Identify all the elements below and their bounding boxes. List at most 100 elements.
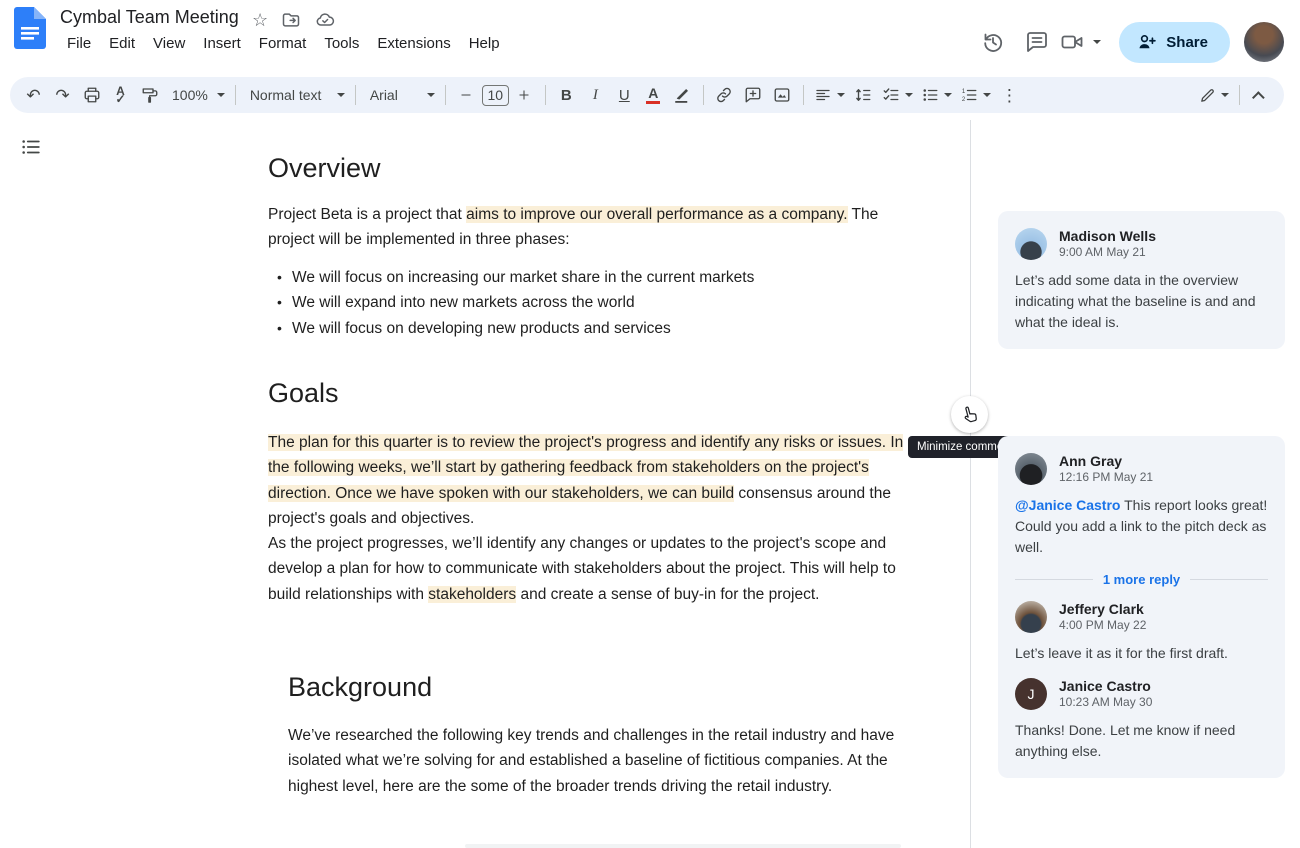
- line-spacing-button[interactable]: [850, 81, 877, 109]
- paragraph-styles-select[interactable]: Normal text: [243, 81, 348, 109]
- paint-format-button[interactable]: [136, 81, 163, 109]
- comment-body: @Janice Castro This report looks great! …: [1015, 495, 1268, 558]
- avatar-madison-wells: [1015, 228, 1047, 260]
- docs-logo-icon[interactable]: [14, 7, 46, 49]
- menu-item-file[interactable]: File: [58, 33, 100, 54]
- numbered-list-icon: 1 2: [960, 86, 978, 104]
- account-avatar[interactable]: [1244, 22, 1284, 62]
- increase-font-size-button[interactable]: [511, 81, 538, 109]
- bulleted-list-button[interactable]: [918, 81, 955, 109]
- paint-roller-icon: [141, 86, 159, 104]
- menu-item-format[interactable]: Format: [250, 33, 316, 54]
- comment-author: Madison Wells: [1059, 228, 1156, 245]
- align-button[interactable]: [811, 81, 848, 109]
- comment-author: Ann Gray: [1059, 453, 1153, 470]
- underline-button[interactable]: U: [611, 81, 638, 109]
- print-button[interactable]: [78, 81, 105, 109]
- goals-paragraph-2: As the project progresses, we’ll identif…: [268, 531, 916, 607]
- comments-rail-divider: [970, 120, 971, 848]
- zoom-select[interactable]: 100%: [165, 81, 228, 109]
- highlight-color-button[interactable]: [669, 81, 696, 109]
- align-left-icon: [814, 86, 832, 104]
- join-call-button[interactable]: [1059, 30, 1101, 54]
- heading-goals: Goals: [268, 378, 339, 409]
- next-element-edge: [465, 844, 901, 848]
- heading-background: Background: [288, 672, 432, 703]
- comment-add-icon: [744, 86, 762, 104]
- video-camera-icon: [1059, 30, 1085, 54]
- insert-image-button[interactable]: [769, 81, 796, 109]
- menu-item-insert[interactable]: Insert: [194, 33, 250, 54]
- chevron-down-icon: [427, 93, 435, 97]
- expand-replies-button[interactable]: 1 more reply: [1015, 572, 1268, 587]
- comment-bubble-icon: [1025, 30, 1049, 54]
- svg-text:1: 1: [962, 89, 966, 95]
- checklist-icon: [882, 86, 900, 104]
- version-history-button[interactable]: [971, 22, 1015, 62]
- chevron-down-icon[interactable]: [1093, 40, 1101, 44]
- comment-body: Let’s leave it as it for the first draft…: [1015, 643, 1268, 664]
- chevron-down-icon: [837, 93, 845, 97]
- history-clock-icon: [981, 30, 1005, 54]
- comment-author: Jeffery Clark: [1059, 601, 1146, 618]
- spellcheck-button[interactable]: A✓: [107, 81, 134, 109]
- menu-item-extensions[interactable]: Extensions: [368, 33, 459, 54]
- minimize-comments-button[interactable]: [951, 396, 988, 433]
- formatting-toolbar: ↶ ↷ A✓ 100% Normal text Arial: [10, 77, 1284, 113]
- menu-item-tools[interactable]: Tools: [315, 33, 368, 54]
- star-icon[interactable]: ☆: [252, 9, 268, 31]
- italic-button[interactable]: I: [582, 81, 609, 109]
- insert-link-button[interactable]: [711, 81, 738, 109]
- bullet-item-we: We will focus on developing new products…: [268, 316, 916, 341]
- minus-icon: [459, 88, 473, 102]
- chevron-down-icon: [944, 93, 952, 97]
- decrease-font-size-button[interactable]: [453, 81, 480, 109]
- show-outline-button[interactable]: [12, 128, 50, 166]
- checklist-button[interactable]: [879, 81, 916, 109]
- font-value: Arial: [366, 87, 422, 103]
- bullet-item-we: We will expand into new markets across t…: [268, 290, 916, 315]
- menu-item-edit[interactable]: Edit: [100, 33, 144, 54]
- text-color-button[interactable]: A: [640, 81, 667, 109]
- plus-icon: [517, 88, 531, 102]
- chevron-down-icon: [337, 93, 345, 97]
- numbered-list-button[interactable]: 1 2: [957, 81, 994, 109]
- goals-paragraph-1: The plan for this quarter is to review t…: [268, 430, 916, 531]
- mention-link[interactable]: @Janice Castro: [1015, 497, 1120, 513]
- share-button[interactable]: Share: [1119, 22, 1230, 63]
- heading-overview: Overview: [268, 153, 381, 184]
- open-comments-button[interactable]: [1015, 22, 1059, 62]
- undo-button[interactable]: ↶: [20, 81, 47, 109]
- cloud-saved-icon[interactable]: [314, 10, 336, 30]
- avatar-ann-gray: [1015, 453, 1047, 485]
- menu-item-view[interactable]: View: [144, 33, 194, 54]
- comment-author: Janice Castro: [1059, 678, 1152, 695]
- text-color-icon: A: [646, 86, 660, 104]
- text-segment: We’ve researched the following key trend…: [288, 727, 894, 795]
- comment-thread-madison[interactable]: Madison Wells 9:00 AM May 21 Let’s add s…: [998, 211, 1285, 349]
- overview-paragraph: Project Beta is a project that aims to i…: [268, 202, 916, 253]
- line-spacing-icon: [854, 86, 872, 104]
- move-folder-icon[interactable]: [281, 10, 301, 30]
- document-title[interactable]: Cymbal Team Meeting: [60, 7, 239, 28]
- font-select[interactable]: Arial: [363, 81, 438, 109]
- hide-menus-button[interactable]: [1247, 81, 1274, 109]
- chevron-up-icon: [1252, 91, 1265, 104]
- highlighter-icon: [673, 86, 691, 104]
- chevron-down-icon: [983, 93, 991, 97]
- comment-timestamp: 4:00 PM May 22: [1059, 618, 1146, 633]
- spellcheck-icon: A✓: [115, 87, 125, 103]
- chevron-down-icon: [217, 93, 225, 97]
- comment-thread-ann[interactable]: Ann Gray 12:16 PM May 21 @Janice Castro …: [998, 436, 1285, 778]
- editing-mode-button[interactable]: [1196, 81, 1232, 109]
- menu-item-help[interactable]: Help: [460, 33, 509, 54]
- font-size-input[interactable]: 10: [482, 85, 509, 106]
- bold-button[interactable]: B: [553, 81, 580, 109]
- printer-icon: [83, 86, 101, 104]
- add-comment-button[interactable]: [740, 81, 767, 109]
- svg-text:2: 2: [962, 97, 966, 103]
- comment-timestamp: 9:00 AM May 21: [1059, 245, 1156, 260]
- chevron-down-icon: [1221, 93, 1229, 97]
- more-options-button[interactable]: ⋮: [996, 81, 1023, 109]
- redo-button[interactable]: ↷: [49, 81, 76, 109]
